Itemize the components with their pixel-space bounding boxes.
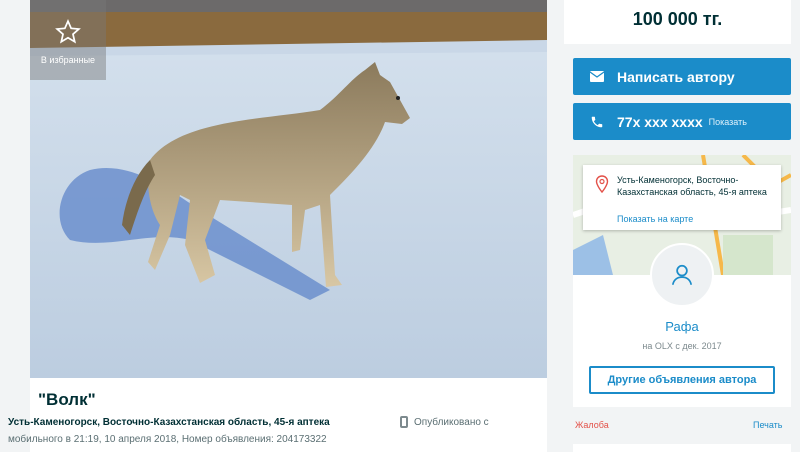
- print-link[interactable]: Печать: [753, 420, 782, 430]
- seller-name[interactable]: Рафа: [573, 319, 791, 334]
- seller-card: Усть-Каменогорск, Восточно-Казахстанская…: [573, 155, 791, 407]
- show-phone-button[interactable]: 77x xxx xxxx Показать: [573, 103, 791, 140]
- ad-published: Опубликовано с: [400, 416, 489, 428]
- price-card: 100 000 тг.: [564, 0, 791, 44]
- map-pin-icon: [595, 175, 609, 193]
- write-author-label: Написать автору: [617, 68, 735, 85]
- favorite-button[interactable]: В избранные: [30, 0, 106, 80]
- user-icon: [671, 264, 693, 285]
- wolf-image: [30, 0, 547, 378]
- ad-title: "Волк": [38, 390, 96, 409]
- other-ads-button[interactable]: Другие объявления автора: [589, 366, 775, 394]
- bottom-card-edge: [573, 444, 791, 452]
- phone-number: 77x xxx xxxx: [617, 113, 703, 130]
- published-label: Опубликовано с: [414, 416, 489, 428]
- phone-icon: [589, 114, 605, 130]
- map-address: Усть-Каменогорск, Восточно-Казахстанская…: [617, 175, 767, 197]
- avatar[interactable]: [650, 243, 714, 307]
- write-author-button[interactable]: Написать автору: [573, 58, 791, 95]
- ad-photo[interactable]: [30, 0, 547, 378]
- envelope-icon: [589, 69, 605, 85]
- show-on-map-link[interactable]: Показать на карте: [617, 214, 693, 224]
- seller-since: на OLX с дек. 2017: [642, 341, 722, 351]
- star-icon: [55, 19, 81, 44]
- ad-location: Усть-Каменогорск, Восточно-Казахстанская…: [8, 417, 330, 428]
- complaint-link[interactable]: Жалоба: [575, 420, 609, 430]
- mobile-icon: [400, 416, 408, 428]
- phone-show-link[interactable]: Показать: [709, 117, 747, 127]
- map-popup: Усть-Каменогорск, Восточно-Казахстанская…: [583, 165, 781, 230]
- favorite-label: В избранные: [40, 55, 96, 65]
- price: 100 000 тг.: [632, 9, 723, 29]
- ad-meta: мобильного в 21:19, 10 апреля 2018, Номе…: [8, 434, 327, 445]
